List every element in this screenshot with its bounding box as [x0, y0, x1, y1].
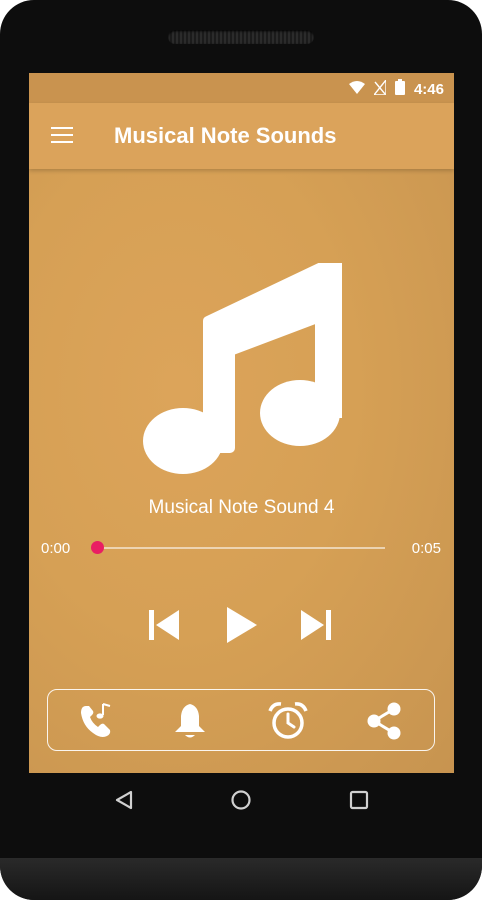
skip-next-icon	[301, 610, 331, 640]
earpiece-speaker	[168, 30, 314, 44]
hamburger-menu-icon[interactable]	[51, 127, 73, 145]
alarm-clock-icon	[268, 702, 308, 739]
recents-icon	[349, 790, 369, 810]
back-icon	[115, 790, 133, 810]
share-icon	[367, 702, 401, 740]
no-signal-icon	[372, 77, 387, 99]
recents-button[interactable]	[344, 785, 374, 815]
play-button[interactable]	[220, 603, 264, 647]
seek-bar[interactable]	[91, 541, 385, 554]
action-bar	[47, 689, 435, 751]
play-icon	[227, 607, 257, 643]
skip-next-button[interactable]	[294, 603, 338, 647]
bell-icon	[175, 704, 205, 738]
wifi-icon	[348, 80, 365, 98]
total-time: 0:05	[411, 540, 441, 557]
phone-frame: 4:46 Musical Note Sounds Musical Note So…	[0, 0, 482, 900]
home-button[interactable]	[226, 785, 256, 815]
phone-ringtone-icon	[81, 703, 111, 737]
app-screen: 4:46 Musical Note Sounds Musical Note So…	[29, 73, 454, 773]
clock: 4:46	[413, 80, 444, 98]
skip-previous-icon	[149, 610, 179, 640]
track-title: Musical Note Sound 4	[148, 497, 335, 518]
music-note-icon	[142, 257, 347, 478]
phone-bottom-edge	[0, 858, 482, 900]
back-button[interactable]	[109, 785, 139, 815]
elapsed-time: 0:00	[41, 540, 71, 557]
app-bar: Musical Note Sounds	[29, 103, 454, 169]
status-bar: 4:46	[29, 73, 454, 103]
seek-thumb[interactable]	[91, 541, 104, 554]
skip-previous-button[interactable]	[142, 603, 186, 647]
battery-icon	[394, 79, 405, 99]
home-icon	[231, 790, 251, 810]
set-alarm-button[interactable]	[267, 701, 309, 741]
share-button[interactable]	[363, 701, 405, 741]
app-title: Musical Note Sounds	[114, 123, 337, 148]
set-ringtone-button[interactable]	[75, 701, 117, 741]
set-notification-button[interactable]	[169, 701, 211, 741]
